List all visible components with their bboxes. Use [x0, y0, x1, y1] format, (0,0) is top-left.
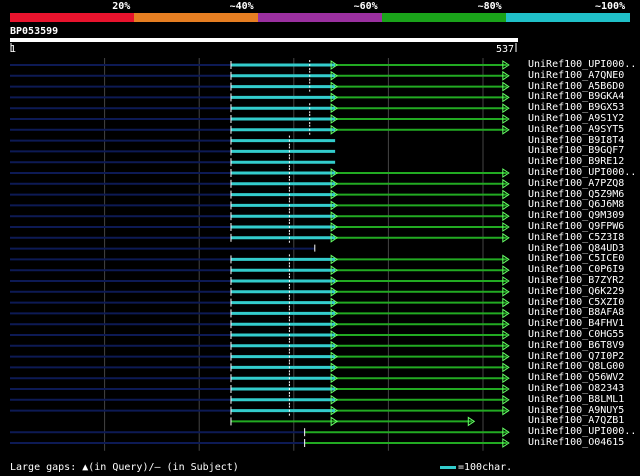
hit-row[interactable]: [10, 222, 510, 233]
hit-row[interactable]: [10, 189, 510, 201]
hit-label[interactable]: UniRef100_B9GQF7: [528, 146, 624, 156]
hit-row[interactable]: [10, 297, 510, 309]
hit-label[interactable]: UniRef100_UPI000..: [528, 60, 636, 70]
hit-row[interactable]: [10, 146, 336, 158]
hit-row[interactable]: [10, 124, 510, 136]
hit-row[interactable]: [10, 200, 510, 212]
hit-label[interactable]: UniRef100_Q9M309: [528, 211, 624, 221]
hit-label[interactable]: UniRef100_A9SYT5: [528, 124, 624, 135]
hit-row[interactable]: [10, 319, 510, 331]
hit-label[interactable]: UniRef100_A7PZQ8: [528, 178, 624, 189]
hit-row[interactable]: [10, 351, 510, 363]
hit-row[interactable]: [10, 60, 510, 71]
hit-row[interactable]: [10, 92, 510, 103]
hit-row[interactable]: [10, 276, 510, 287]
hit-row[interactable]: [10, 70, 510, 82]
hit-row[interactable]: [10, 373, 510, 385]
hit-label[interactable]: UniRef100_Q56WV2: [528, 373, 624, 383]
hit-label[interactable]: UniRef100_O04615: [528, 438, 624, 448]
hit-row[interactable]: [10, 114, 510, 125]
hit-label[interactable]: UniRef100_Q5Z9M6: [528, 189, 624, 200]
hit-label[interactable]: UniRef100_Q6J6M8: [528, 200, 624, 210]
hit-row[interactable]: [10, 168, 510, 179]
hit-label[interactable]: UniRef100_A9NUY5: [528, 405, 624, 416]
hit-label[interactable]: UniRef100_B4FHV1: [528, 319, 624, 329]
hit-label[interactable]: UniRef100_C5Z3I8: [528, 232, 624, 243]
hit-row[interactable]: [10, 427, 510, 438]
hit-label[interactable]: UniRef100_Q84UD3: [528, 243, 624, 254]
hit-label[interactable]: UniRef100_O82343: [528, 384, 624, 394]
hit-label[interactable]: UniRef100_B9GX53: [528, 103, 624, 113]
hit-label[interactable]: UniRef100_A5B6D0: [528, 81, 624, 92]
hit-row[interactable]: [10, 438, 510, 448]
hit-label[interactable]: UniRef100_C0HG55: [528, 330, 624, 340]
hit-label[interactable]: UniRef100_C0P6I9: [528, 265, 624, 275]
hit-label[interactable]: UniRef100_B8LML1: [528, 394, 624, 405]
hit-row[interactable]: [10, 157, 336, 169]
hit-label[interactable]: UniRef100_UPI000..: [528, 168, 636, 178]
hit-label[interactable]: UniRef100_B8AFA8: [528, 308, 624, 318]
hit-label[interactable]: UniRef100_B9RE12: [528, 157, 624, 167]
hit-row[interactable]: [10, 254, 510, 266]
gap-legend: Large gaps: ▲(in Query)/— (in Subject): [10, 462, 239, 473]
hit-row[interactable]: [10, 330, 510, 341]
hit-row[interactable]: [10, 244, 316, 252]
hit-label[interactable]: UniRef100_B9I8T4: [528, 135, 624, 146]
hit-row[interactable]: [230, 416, 476, 427]
hit-label[interactable]: UniRef100_A7QNE0: [528, 70, 624, 81]
hit-row[interactable]: [10, 211, 510, 223]
hit-row[interactable]: [10, 340, 510, 352]
scale-label: =100char.: [458, 462, 513, 473]
hit-row[interactable]: [10, 405, 510, 417]
hit-row[interactable]: [10, 178, 510, 190]
hit-row[interactable]: [10, 286, 510, 298]
hit-label[interactable]: UniRef100_Q6K229: [528, 286, 624, 297]
hit-label[interactable]: UniRef100_Q9FPW6: [528, 222, 624, 232]
hit-row[interactable]: [10, 265, 510, 277]
hit-row[interactable]: [10, 232, 510, 244]
hit-label[interactable]: UniRef100_UPI000..: [528, 427, 636, 437]
hit-label[interactable]: UniRef100_A7QZB1: [528, 416, 624, 426]
hit-label[interactable]: UniRef100_C5XZI0: [528, 297, 624, 308]
hit-row[interactable]: [10, 394, 510, 406]
scale-legend: =100char.: [440, 462, 512, 473]
hit-label[interactable]: UniRef100_B6T8V9: [528, 340, 624, 351]
hit-label[interactable]: UniRef100_Q8LG00: [528, 362, 624, 372]
hit-label[interactable]: UniRef100_B7ZYR2: [528, 276, 624, 286]
scale-sample-bar: [440, 465, 456, 469]
hit-row[interactable]: [10, 81, 510, 93]
hit-label[interactable]: UniRef100_Q7I0P2: [528, 351, 624, 362]
hit-row[interactable]: [10, 308, 510, 320]
hit-row[interactable]: [10, 103, 510, 115]
hit-label[interactable]: UniRef100_B9GKA4: [528, 92, 624, 102]
hit-row[interactable]: [10, 384, 510, 395]
hit-row[interactable]: [10, 362, 510, 374]
hit-label[interactable]: UniRef100_C5ICE0: [528, 254, 624, 264]
hit-row[interactable]: [10, 135, 336, 147]
hit-label[interactable]: UniRef100_A9S1Y2: [528, 114, 624, 124]
